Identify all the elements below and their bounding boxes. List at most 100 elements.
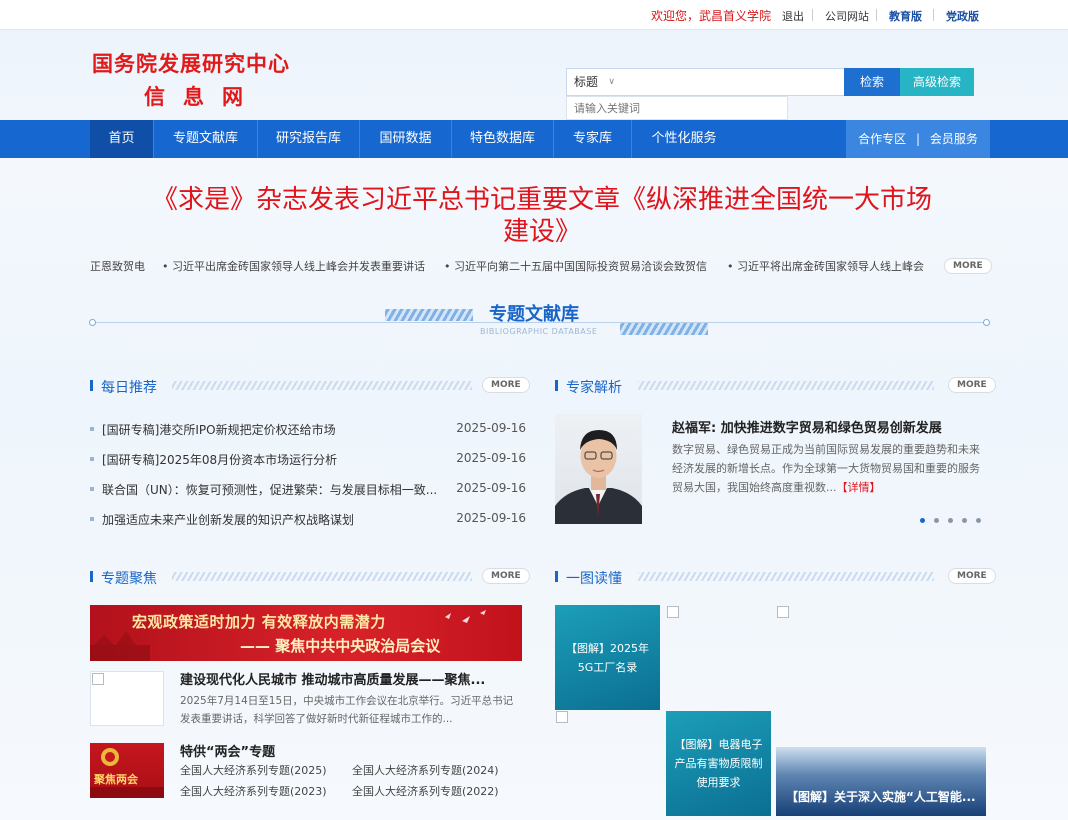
nav-item-report-library[interactable]: 研究报告库 [258,120,360,158]
ticker-item[interactable]: 正恩致贺电 [90,258,145,274]
edu-edition-link[interactable]: 教育版 [889,8,922,24]
nav-item-topic-library[interactable]: 专题文献库 [154,120,258,158]
advanced-search-button[interactable]: 高级检索 [900,68,974,96]
focus-header: 专题聚焦 [90,568,526,587]
focus-article-title[interactable]: 建设现代化人民城市 推动城市高质量发展——聚焦... [180,669,522,688]
list-item[interactable]: [国研专稿]2025年08月份资本市场运行分析 2025-09-16 [90,451,526,467]
nav-item-special-db[interactable]: 特色数据库 [452,120,554,158]
circle-icon [983,319,990,326]
expert-header: 专家解析 [555,377,988,396]
expert-more-button[interactable]: MORE [948,377,996,393]
broken-image-icon[interactable] [556,711,568,723]
nav-right-links: 合作专区 | 会员服务 [846,120,990,158]
carousel-dot[interactable] [934,518,939,523]
special-link-2024[interactable]: 全国人大经济系列专题(2024) [352,762,499,778]
focus-banner[interactable]: 宏观政策适时加力 有效释放内需潜力 —— 聚焦中共中央政治局会议 [90,605,522,661]
section-header: 专题文献库 BIBLIOGRAPHIC DATABASE [0,296,1068,346]
focus-more-button[interactable]: MORE [482,568,530,584]
person-avatar-icon [555,430,642,524]
stripe-decoration [620,323,708,335]
list-item-date: 2025-09-16 [456,481,526,495]
site-logo[interactable]: 国务院发展研究中心 信息网 [92,48,322,111]
list-item[interactable]: 联合国（UN）：恢复可预测性，促进繁荣：与发展目标相一致... 2025-09-… [90,481,526,497]
bullet-icon [90,517,94,521]
special-link-2022[interactable]: 全国人大经济系列专题(2022) [352,783,499,799]
broken-image-icon[interactable] [777,606,789,618]
ticker-item[interactable]: • 习近平将出席金砖国家领导人线上峰会 [727,258,924,274]
stripe-decoration [638,381,934,390]
bullet-icon [90,427,94,431]
logo-line1: 国务院发展研究中心 [92,51,290,76]
bullet-icon [90,487,94,491]
focus-article-desc: 2025年7月14日至15日，中央城市工作会议在北京举行。习近平总书记发表重要讲… [180,695,514,725]
headline-line1: 《求是》杂志发表习近平总书记重要文章《纵深推进全国统一大市场 [151,185,932,215]
divider [933,9,934,21]
logo-line2: 信息网 [144,84,261,109]
headline-line2: 建设》 [502,217,581,247]
detail-link[interactable]: 【详情】 [837,481,881,494]
member-service-link[interactable]: 会员服务 [930,132,978,146]
list-item-title: [国研专稿]2025年08月份资本市场运行分析 [102,453,338,467]
expert-photo[interactable] [555,414,642,524]
list-item[interactable]: [国研专稿]港交所IPO新规把定价权还给市场 2025-09-16 [90,421,526,437]
special-link-2023[interactable]: 全国人大经济系列专题(2023) [180,783,327,799]
focus-title: 专题聚焦 [101,571,157,587]
special-topic-title: 特供“两会”专题 [180,745,276,760]
section-title: 专题文献库 [489,304,579,325]
nav-right-sep: | [915,132,921,146]
tile-caption: 【图解】电器电子产品有害物质限制使用要求 [674,738,763,789]
title-bar [90,380,93,391]
title-bar [555,380,558,391]
list-item-title: [国研专稿]港交所IPO新规把定价权还给市场 [102,423,336,437]
picread-tile-electronics[interactable]: 【图解】电器电子产品有害物质限制使用要求 [666,711,771,816]
bullet-icon [90,457,94,461]
ticker-item[interactable]: • 习近平出席金砖国家领导人线上峰会并发表重要讲话 [162,258,425,274]
nav-item-experts[interactable]: 专家库 [554,120,632,158]
banner-line2: —— 聚焦中共中央政治局会议 [240,637,441,655]
broken-image-icon[interactable] [667,606,679,618]
list-item-date: 2025-09-16 [456,451,526,465]
stripe-decoration [172,381,472,390]
picread-title: 一图读懂 [566,571,622,587]
ticker-more-button[interactable]: MORE [944,258,992,274]
banner-line1: 宏观政策适时加力 有效释放内需潜力 [132,613,386,631]
list-item-title: 加强适应未来产业创新发展的知识产权战略谋划 [102,513,355,527]
search-input-wrap [566,96,788,120]
picread-header: 一图读懂 [555,568,988,587]
logout-link[interactable]: 退出 [782,8,804,24]
list-item-title: 联合国（UN）：恢复可预测性，促进繁荣：与发展目标相一致... [102,483,438,497]
carousel-dot[interactable] [976,518,981,523]
daily-more-button[interactable]: MORE [482,377,530,393]
special-link-2025[interactable]: 全国人大经济系列专题(2025) [180,762,327,778]
article-thumbnail[interactable] [90,671,164,726]
picread-tile-5g[interactable]: 【图解】2025年5G工厂名录 [555,605,660,710]
picread-more-button[interactable]: MORE [948,568,996,584]
nav-item-personal[interactable]: 个性化服务 [632,120,736,158]
nav-item-data[interactable]: 国研数据 [360,120,452,158]
list-item-date: 2025-09-16 [456,421,526,435]
top-bar: 欢迎您，武昌首义学院 退出 公司网站 教育版 党政版 [0,0,1068,30]
circle-icon [89,319,96,326]
carousel-dot[interactable] [962,518,967,523]
broken-image-icon [92,673,104,685]
search-box[interactable] [621,68,845,96]
two-sessions-image[interactable]: 聚焦两会 [90,743,164,798]
carousel-dot[interactable] [920,518,925,523]
stripe-decoration [172,572,472,581]
search-type-select[interactable]: 标题 ∨ [566,68,622,96]
daily-title: 每日推荐 [101,380,157,396]
cooperation-link[interactable]: 合作专区 [858,132,906,146]
picread-tile-ai[interactable]: 【图解】关于深入实施“人工智能... [776,747,986,816]
nav-item-home[interactable]: 首页 [90,120,154,158]
search-button[interactable]: 检索 [844,68,900,96]
carousel-dot[interactable] [948,518,953,523]
expert-article-title[interactable]: 赵福军: 加快推进数字贸易和绿色贸易创新发展 [672,417,942,436]
headline[interactable]: 《求是》杂志发表习近平总书记重要文章《纵深推进全国统一大市场 建设》 [92,184,992,248]
ticker-item[interactable]: • 习近平向第二十五届中国国际投资贸易洽谈会致贺信 [444,258,707,274]
tile-caption: 【图解】关于深入实施“人工智能... [786,790,976,804]
search-input[interactable] [567,97,787,119]
party-edition-link[interactable]: 党政版 [946,8,979,24]
welcome-text: 欢迎您，武昌首义学院 [651,9,772,23]
company-site-link[interactable]: 公司网站 [825,8,869,24]
list-item[interactable]: 加强适应未来产业创新发展的知识产权战略谋划 2025-09-16 [90,511,526,527]
